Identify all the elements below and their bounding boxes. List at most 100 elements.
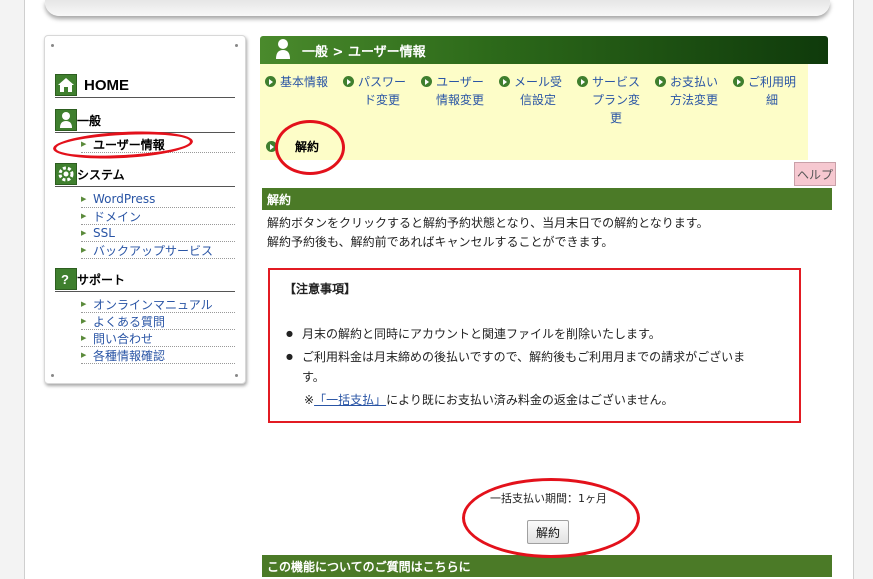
cancel-subscription-button[interactable]: 解約	[527, 520, 569, 544]
arrow-icon: ▶	[81, 195, 87, 203]
system-items: ▶ WordPress ▶ ドメイン ▶ SSL ▶ バックアップサービス	[81, 191, 235, 259]
menu-item-usage-details[interactable]: ご利用明細	[733, 73, 796, 109]
menu-item-label: 基本情報	[280, 75, 329, 89]
menu-item-label: メール受	[514, 75, 563, 89]
arrow-circle-icon	[266, 141, 277, 152]
sidebar-section-system: システム	[55, 162, 235, 187]
notice-text: ご利用料金は月末締めの後払いですので、解約後もご利用月までの請求がございま	[302, 350, 746, 364]
sidebar-item-wordpress[interactable]: ▶ WordPress	[81, 191, 235, 208]
help-icon: ?	[55, 268, 77, 290]
lump-sum-payment-link[interactable]: 「一括支払」	[314, 393, 386, 407]
arrow-icon: ▶	[81, 334, 87, 342]
sidebar-item-info[interactable]: ▶ 各種情報確認	[81, 347, 235, 364]
sidebar-item-user-info[interactable]: ▶ ユーザー情報	[81, 136, 235, 153]
menu-item-label: ユーザー	[436, 75, 484, 89]
menu-item-plan-change[interactable]: サービス プラン変更	[577, 73, 640, 127]
sidebar: HOME 一般 ▶ ユーザー情報 システム ▶ WordPress ▶ ドメイン ▶ S…	[44, 35, 246, 384]
sidebar-section-support: ? サポート	[55, 267, 235, 292]
arrow-circle-icon	[655, 76, 666, 87]
sidebar-item-manual[interactable]: ▶ オンラインマニュアル	[81, 296, 235, 313]
sidebar-item-label: 各種情報確認	[93, 348, 166, 363]
sidebar-item-label: オンラインマニュアル	[93, 297, 213, 312]
arrow-circle-icon	[343, 76, 354, 87]
arrow-circle-icon	[733, 76, 744, 87]
menu-item-basic-info[interactable]: 基本情報	[265, 73, 328, 91]
menu-item-payment-method[interactable]: お支払い 方法変更	[655, 73, 718, 109]
sidebar-item-faq[interactable]: ▶ よくある質問	[81, 313, 235, 330]
sidebar-section-general: 一般	[55, 108, 235, 133]
sidebar-item-ssl[interactable]: ▶ SSL	[81, 225, 235, 242]
arrow-icon: ▶	[81, 300, 87, 308]
menu-item-mail-settings[interactable]: メール受 信設定	[499, 73, 562, 109]
sidebar-item-contact[interactable]: ▶ 問い合わせ	[81, 330, 235, 347]
notice-bullet: ご利用料金は月末締めの後払いですので、解約後もご利用月までの請求がございます。	[284, 347, 785, 387]
sidebar-item-label: ドメイン	[93, 209, 142, 224]
help-button[interactable]: ヘルプ	[794, 162, 836, 186]
svg-text:?: ?	[61, 272, 69, 287]
user-icon	[274, 38, 296, 62]
payment-period: 一括支払い期間：1ヶ月	[490, 492, 607, 505]
sidebar-item-label: バックアップサービス	[93, 243, 214, 258]
sidebar-item-backup[interactable]: ▶ バックアップサービス	[81, 242, 235, 259]
arrow-icon: ▶	[81, 317, 87, 325]
sidebar-item-label: 問い合わせ	[93, 331, 154, 346]
menu-item-label: ド変更	[364, 93, 401, 107]
notice-text: 月末の解約と同時にアカウントと関連ファイルを削除いたします。	[302, 327, 661, 341]
corner-dot	[51, 44, 54, 47]
home-label: HOME	[84, 76, 129, 94]
corner-dot	[51, 374, 54, 377]
section-description: 解約ボタンをクリックすると解約予約状態となり、当月末日での解約となります。 解約…	[267, 214, 709, 252]
frame-border-right	[853, 0, 854, 579]
menu-item-label: 方法変更	[670, 93, 719, 107]
arrow-icon: ▶	[81, 246, 87, 254]
arrow-circle-icon	[499, 76, 510, 87]
user-icon	[55, 109, 77, 131]
arrow-circle-icon	[421, 76, 432, 87]
section-system-label: システム	[77, 167, 125, 182]
sidebar-item-label: WordPress	[93, 192, 156, 206]
page-title-bar: 一般 > ユーザー情報	[260, 36, 828, 64]
faq-section-title: この機能についてのご質問はこちらに	[262, 555, 832, 577]
arrow-icon: ▶	[81, 140, 87, 148]
menu-item-label: パスワー	[358, 75, 407, 89]
note-prefix: ※	[304, 393, 315, 407]
sidebar-item-domain[interactable]: ▶ ドメイン	[81, 208, 235, 225]
menu-item-label: ご利用明	[748, 75, 797, 89]
menu-item-label: 更	[610, 111, 623, 125]
menu-item-label: サービス	[592, 75, 641, 89]
arrow-circle-icon	[577, 76, 588, 87]
menu-item-label: 細	[766, 93, 779, 107]
sidebar-home[interactable]: HOME	[55, 73, 235, 98]
arrow-icon: ▶	[81, 229, 87, 237]
corner-dot	[235, 44, 238, 47]
menu-item-label: 解約	[295, 140, 320, 154]
arrow-icon: ▶	[81, 351, 87, 359]
description-line: 解約ボタンをクリックすると解約予約状態となり、当月末日での解約となります。	[267, 216, 709, 230]
menu-item-label: 信設定	[520, 93, 557, 107]
note-text: により既にお支払い済み料金の返金はございません。	[386, 393, 674, 407]
breadcrumb: 一般 > ユーザー情報	[302, 44, 426, 60]
notice-note: ※「一括支払」により既にお支払い済み料金の返金はございません。	[284, 390, 785, 410]
section-support-label: サポート	[77, 272, 126, 287]
top-banner-shadow	[45, 0, 830, 16]
menu-item-label: 情報変更	[436, 93, 485, 107]
home-icon	[55, 74, 77, 96]
menu-item-cancellation[interactable]: 解約	[266, 138, 319, 155]
corner-dot	[235, 374, 238, 377]
sidebar-item-label: SSL	[93, 226, 115, 240]
menu-item-label: プラン変	[592, 93, 641, 107]
arrow-circle-icon	[265, 76, 276, 87]
section-title: 解約	[262, 188, 832, 210]
notice-text: す。	[302, 370, 325, 384]
arrow-icon: ▶	[81, 212, 87, 220]
menu-item-user-info-change[interactable]: ユーザー 情報変更	[421, 73, 484, 109]
notice-title: 【注意事項】	[284, 282, 357, 296]
sidebar-item-label: ユーザー情報	[93, 137, 165, 152]
menu-item-label: お支払い	[670, 75, 719, 89]
sidebar-item-label: よくある質問	[93, 314, 166, 329]
description-line: 解約予約後も、解約前であればキャンセルすることができます。	[267, 235, 614, 249]
section-general-label: 一般	[77, 113, 102, 128]
gear-icon	[55, 163, 77, 185]
menu-item-password[interactable]: パスワー ド変更	[343, 73, 406, 109]
notice-box: 【注意事項】 月末の解約と同時にアカウントと関連ファイルを削除いたします。 ご利…	[268, 268, 801, 423]
